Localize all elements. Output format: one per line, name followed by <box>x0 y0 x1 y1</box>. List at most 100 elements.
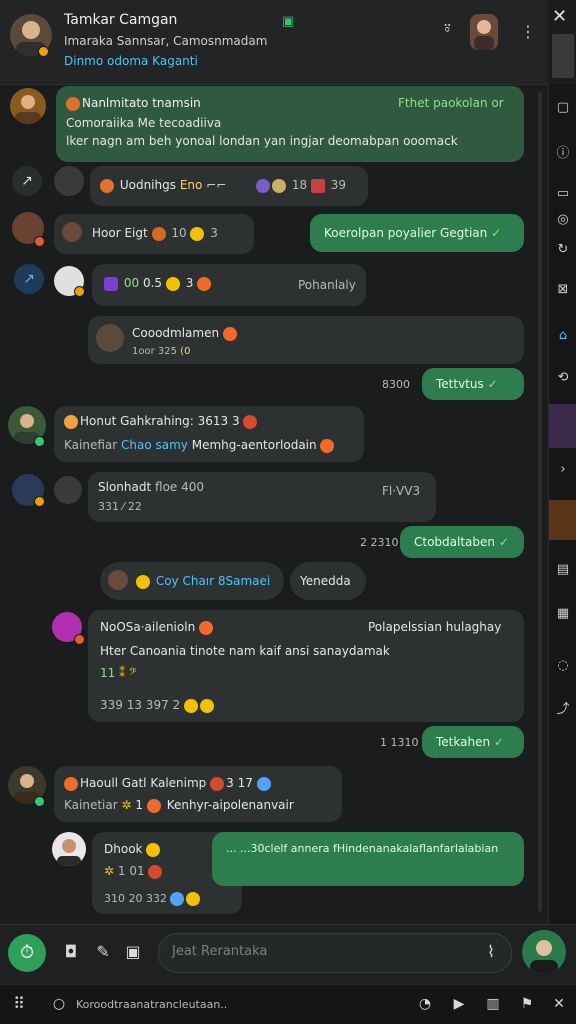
emoji-icon <box>190 226 205 241</box>
emoji-icon <box>256 776 271 791</box>
scrollbar[interactable] <box>538 92 542 912</box>
emoji-icon <box>165 276 180 291</box>
emoji-icon <box>272 178 286 193</box>
gallery-button-icon[interactable]: ▣ <box>122 942 144 964</box>
screen-icon[interactable]: ▭ <box>555 186 571 202</box>
message-text: Tetkahen ✓ <box>436 735 504 749</box>
close-taskbar-icon[interactable]: ✕ <box>550 996 568 1014</box>
emoji-icon <box>64 776 78 791</box>
more-menu-icon[interactable]: ⋮ <box>520 22 536 42</box>
status-dot <box>34 496 45 507</box>
rail-image-2 <box>549 500 576 540</box>
tablet-icon[interactable]: ▥ <box>484 996 502 1014</box>
link-icon[interactable]: ↗ <box>12 166 42 196</box>
self-avatar[interactable] <box>522 930 566 974</box>
inline-avatar <box>96 324 124 352</box>
camera-icon[interactable]: ◘ <box>60 942 82 964</box>
share-icon[interactable]: ⤴ <box>555 702 571 718</box>
refresh-icon[interactable]: ⟲ <box>555 370 571 386</box>
page-title: Tamkar Camgan <box>64 12 178 28</box>
info-icon[interactable]: ⓘ <box>555 146 571 162</box>
message-bubble[interactable] <box>54 766 342 822</box>
brush-icon[interactable]: ✎ <box>92 942 114 964</box>
emoji-icon <box>210 776 225 791</box>
message-line: Hter Canoania tinote nam kaif ansi sanay… <box>100 644 390 658</box>
apps-grid-icon[interactable]: ⠿ <box>8 994 30 1016</box>
timer-button[interactable]: ⏱ <box>8 934 46 972</box>
message-line: lker nagn am beh yonoal londan yan ingja… <box>66 134 458 148</box>
message-status: Pohanlaly <box>298 278 356 292</box>
image-icon[interactable]: ▦ <box>555 606 571 622</box>
inline-avatar <box>108 570 128 590</box>
flag-icon[interactable]: ⚑ <box>518 996 536 1014</box>
gallery-icon[interactable]: ▤ <box>555 562 571 578</box>
emoji-icon <box>183 698 198 713</box>
message-title: Dhook <box>104 842 162 857</box>
clock-icon[interactable]: ◔ <box>416 996 434 1014</box>
emoji-icon <box>148 864 163 879</box>
emoji-icon <box>170 892 185 906</box>
contact-avatar[interactable] <box>470 14 498 50</box>
reaction-row: 18 39 <box>256 178 346 193</box>
emoji-icon <box>146 842 161 857</box>
close-icon[interactable]: ✕ <box>552 6 570 27</box>
message-line: 11 ⁑ 𝄢 <box>100 666 137 680</box>
emoji-icon <box>243 414 258 429</box>
target-icon[interactable]: ◎ <box>555 212 571 228</box>
message-row: Hoor Eigt 10 3 <box>92 226 218 241</box>
message-input-placeholder: Jeat Rerantaka <box>172 944 268 959</box>
status-dot <box>74 634 85 645</box>
chevron-right-icon[interactable]: › <box>555 462 571 478</box>
chat-icon[interactable]: ⌂ <box>555 328 571 344</box>
message-line: 331 ⁄ 22 <box>98 500 142 513</box>
attach-icon[interactable]: ⌇ <box>480 942 502 964</box>
sender-avatar[interactable] <box>10 88 46 124</box>
message-meta: 1oor 325 (0 <box>132 346 191 357</box>
message-side: Fl·VV3 <box>382 484 421 498</box>
play-icon[interactable]: ▶ <box>450 996 468 1014</box>
trend-icon[interactable]: ↗ <box>14 264 44 294</box>
message-line: ✲ 1 01 <box>104 864 164 879</box>
window-icon[interactable]: ▢ <box>555 100 571 116</box>
bubble-icon[interactable]: ◌ <box>555 658 571 674</box>
message-bubble-outgoing[interactable] <box>212 832 524 886</box>
emoji-icon <box>64 414 78 429</box>
message-title: Slonhadt floe 400 <box>98 480 205 494</box>
emoji-icon <box>136 574 150 589</box>
message-title: Haoull Gatl Kalenimp 3 17 <box>64 776 273 791</box>
message-status: Fthet paokolan or <box>398 96 504 110</box>
message-time: 1 1310 <box>380 736 419 749</box>
mute-icon[interactable]: ⍤ <box>442 18 464 46</box>
inline-avatar <box>62 222 82 242</box>
emoji-icon <box>320 438 335 453</box>
loop-icon[interactable]: ↻ <box>555 242 571 258</box>
status-dot <box>74 286 85 297</box>
message-row: Uodnihgs Eno ⌐⌐ <box>100 178 226 193</box>
emoji-icon <box>199 620 214 635</box>
emoji-icon <box>199 698 214 713</box>
subtitle: Imaraka Sannsar, Camosnmadam <box>64 34 268 48</box>
search-icon[interactable]: ○ <box>50 996 68 1014</box>
message-meta: 310 20 332 <box>104 892 202 906</box>
message-row: 00 0.5 3 <box>104 276 213 291</box>
message-title: Cooodmlamen <box>132 326 239 341</box>
emoji-icon <box>197 276 212 291</box>
inline-avatar <box>54 476 82 504</box>
sender-avatar[interactable] <box>54 166 84 196</box>
emoji-icon <box>100 178 114 193</box>
status-dot <box>34 236 45 247</box>
message-line: Kainefiar Chao samy Memhg-aentorlodain <box>64 438 336 453</box>
message-status: Polapelssian hulaghay <box>368 620 502 634</box>
crop-icon[interactable]: ⊠ <box>555 282 571 298</box>
message-text: Ctobdaltaben ✓ <box>414 535 509 549</box>
read-check-icon: ✓ <box>487 377 498 391</box>
chip-label: Coy Chaır 8Samaei <box>136 574 270 589</box>
message-text: Tettvtus ✓ <box>436 377 498 391</box>
search-text[interactable]: Koroodtraanatrancleutaan.. <box>76 998 227 1011</box>
verified-icon: ▣ <box>282 14 295 29</box>
sender-avatar[interactable] <box>52 832 86 866</box>
message-text: ... ...30clelf annera fHindenanakalaflan… <box>226 842 499 855</box>
emoji-icon <box>186 892 201 906</box>
emoji-icon <box>310 178 325 193</box>
status-line: Dinmo odoma Kaganti <box>64 54 198 68</box>
